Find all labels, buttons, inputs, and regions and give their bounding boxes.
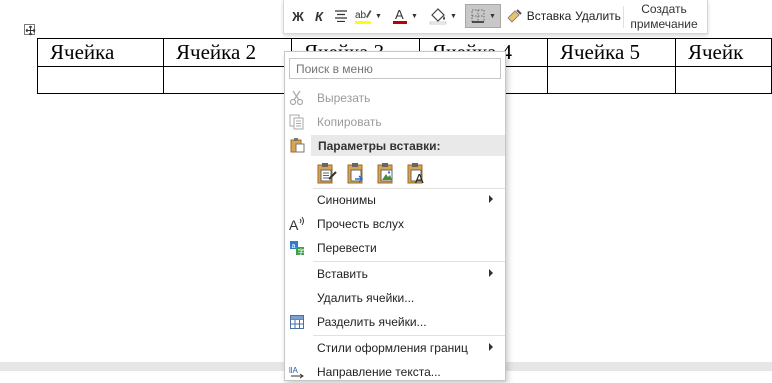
menu-item-split-cells[interactable]: Разделить ячейки... <box>285 311 505 333</box>
new-comment-button[interactable]: Создать примечание <box>624 1 704 33</box>
menu-item-label: Копировать <box>317 115 382 129</box>
highlighter-icon: ab <box>355 10 372 24</box>
paste-keep-text-only-icon[interactable]: A <box>405 161 429 186</box>
menu-item-label: Стили оформления границ <box>317 341 468 355</box>
svg-text:A: A <box>415 171 424 185</box>
menu-item-label: Синонимы <box>317 193 376 207</box>
table-cell[interactable] <box>674 66 772 94</box>
split-cells-icon <box>289 314 305 330</box>
insert-button[interactable]: Вставка <box>527 4 572 28</box>
text-direction-icon: llA <box>289 364 305 380</box>
menu-item-label: Удалить ячейки... <box>317 291 415 305</box>
table-cell[interactable]: Ячейк <box>674 38 772 67</box>
paint-bucket-icon <box>429 8 447 25</box>
font-color-button[interactable]: A ▼ <box>392 4 418 28</box>
menu-item-label: Направление текста... <box>317 365 441 379</box>
translate-icon: a字 <box>289 240 305 256</box>
menu-item-synonyms[interactable]: Синонимы <box>285 189 505 211</box>
menu-item-translate[interactable]: a字 Перевести <box>285 237 505 259</box>
italic-button[interactable]: К <box>312 4 326 28</box>
table-cell[interactable] <box>37 66 164 94</box>
submenu-arrow-icon <box>489 195 493 203</box>
menu-item-copy[interactable]: Копировать <box>285 111 505 133</box>
scissors-icon <box>289 90 305 106</box>
svg-text:ab: ab <box>355 10 367 21</box>
menu-item-cut[interactable]: Вырезать <box>285 87 505 109</box>
borders-button[interactable]: ▼ <box>465 4 501 28</box>
align-center-icon[interactable] <box>332 4 350 28</box>
table-cell[interactable]: Ячейка 2 <box>163 38 292 67</box>
menu-item-border-styles[interactable]: Стили оформления границ <box>285 337 505 359</box>
svg-text:a: a <box>292 243 296 250</box>
table-cell[interactable] <box>546 66 676 94</box>
paste-options-header: Параметры вставки: <box>311 135 505 156</box>
paste-options-group: A <box>315 161 429 186</box>
svg-text:A: A <box>395 7 404 22</box>
svg-text:A: A <box>289 217 299 232</box>
menu-item-label: Вставить <box>317 267 368 281</box>
menu-item-label: Перевести <box>317 241 377 255</box>
highlight-color-button[interactable]: ab ▼ <box>354 4 382 28</box>
menu-item-text-direction[interactable]: llA Направление текста... <box>285 361 505 383</box>
submenu-arrow-icon <box>489 269 493 277</box>
menu-item-insert[interactable]: Вставить <box>285 263 505 285</box>
menu-item-label: Прочесть вслух <box>317 217 404 231</box>
format-painter-icon[interactable] <box>505 4 523 28</box>
svg-text:字: 字 <box>298 247 305 256</box>
menu-divider <box>313 261 505 262</box>
table-move-handle-icon[interactable] <box>24 24 36 36</box>
table-cell[interactable]: Ячейка 5 <box>546 38 676 67</box>
mini-toolbar: Ж К ab ▼ A ▼ ▼ ▼ Вставка Удалить Создать… <box>283 0 708 34</box>
menu-item-label: Разделить ячейки... <box>317 315 427 329</box>
paste-options-label: Параметры вставки: <box>318 138 441 153</box>
delete-button[interactable]: Удалить <box>575 4 621 28</box>
context-menu: Вырезать Копировать Параметры вставки: A… <box>284 51 506 381</box>
menu-item-label: Вырезать <box>317 91 371 105</box>
read-aloud-icon: A <box>289 216 305 232</box>
font-color-icon: A <box>393 7 408 24</box>
borders-icon <box>471 9 485 23</box>
paste-picture-icon[interactable] <box>375 161 399 185</box>
menu-divider <box>313 335 505 336</box>
menu-item-read-aloud[interactable]: A Прочесть вслух <box>285 213 505 235</box>
new-comment-label-line2: примечание <box>630 17 698 31</box>
new-comment-label-line1: Создать <box>641 2 687 16</box>
paste-icon <box>289 137 305 153</box>
paste-merge-formatting-icon[interactable] <box>345 161 369 185</box>
paste-keep-source-formatting-icon[interactable] <box>315 161 339 185</box>
menu-item-delete-cells[interactable]: Удалить ячейки... <box>285 287 505 309</box>
table-cell[interactable] <box>163 66 292 94</box>
copy-icon <box>289 114 305 130</box>
bold-button[interactable]: Ж <box>290 4 306 28</box>
menu-search-input[interactable] <box>289 58 501 79</box>
shading-button[interactable]: ▼ <box>428 4 458 28</box>
table-cell[interactable]: Ячейка <box>37 38 164 67</box>
submenu-arrow-icon <box>489 343 493 351</box>
